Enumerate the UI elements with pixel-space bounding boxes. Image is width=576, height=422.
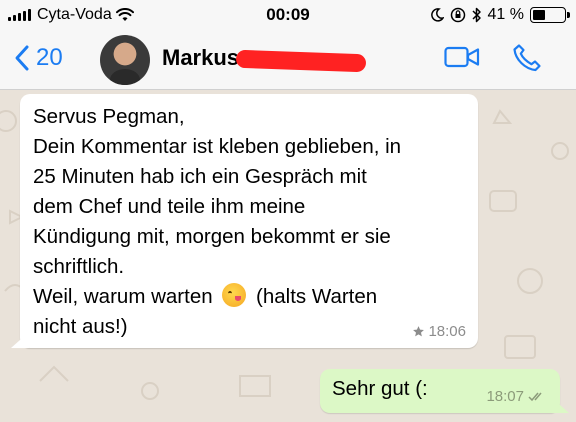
message-time: 18:07 <box>486 388 524 405</box>
message-time: 18:06 <box>428 323 466 340</box>
bluetooth-icon <box>472 7 481 23</box>
battery-icon <box>530 7 570 23</box>
contact-name[interactable]: Markus <box>162 45 239 71</box>
status-bar: Cyta-Voda 00:09 41 % <box>0 0 576 30</box>
message-line: Dein Kommentar ist kleben geblieben, in <box>33 135 402 158</box>
message-line: Kündigung mit, morgen bekommt er sie <box>33 225 391 248</box>
message-line: schriftlich. <box>33 255 125 278</box>
chevron-left-icon <box>15 45 29 71</box>
message-text: (halts Warten <box>256 285 378 308</box>
message-line: dem Chef und teile ihm meine <box>33 195 306 218</box>
outgoing-message[interactable]: Sehr gut (: 18:07 <box>320 369 560 413</box>
redaction-mark <box>235 49 367 73</box>
message-text: Sehr gut (: <box>332 377 428 400</box>
video-camera-icon <box>444 46 480 68</box>
avatar[interactable] <box>100 35 150 85</box>
savoring-food-emoji-icon <box>222 283 247 307</box>
chat-area[interactable]: Servus Pegman, Dein Kommentar ist kleben… <box>0 91 576 422</box>
incoming-message-meta: 18:06 <box>412 323 466 340</box>
unread-count: 20 <box>36 44 63 71</box>
message-text: Weil, warum warten <box>33 285 213 308</box>
phone-icon <box>513 44 541 72</box>
battery-percent: 41 % <box>487 6 524 23</box>
outgoing-message-meta: 18:07 <box>486 388 546 405</box>
message-line-with-emoji: Weil, warum warten (halts Warten <box>33 282 377 312</box>
chat-header: 20 Markus <box>0 30 576 90</box>
orientation-lock-icon <box>450 7 465 23</box>
battery-fill <box>533 10 546 20</box>
incoming-message[interactable]: Servus Pegman, Dein Kommentar ist kleben… <box>20 94 478 348</box>
read-receipt-icon <box>528 392 542 402</box>
message-line: 25 Minuten hab ich ein Gespräch mit <box>33 165 367 188</box>
message-line: nicht aus!) <box>33 315 128 338</box>
star-icon <box>413 326 425 337</box>
moon-icon <box>430 8 444 22</box>
voice-call-button[interactable] <box>512 43 542 78</box>
status-right: 41 % <box>430 6 570 24</box>
video-call-button[interactable] <box>444 45 480 74</box>
back-button[interactable]: 20 <box>14 44 63 72</box>
message-line: Servus Pegman, <box>33 105 185 128</box>
